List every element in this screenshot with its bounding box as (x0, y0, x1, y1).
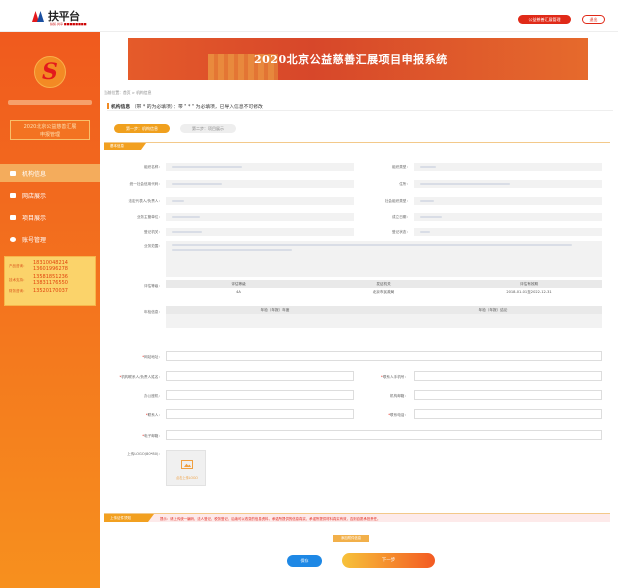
top-bar: 扶平台 扶贫·共享 ■■■■■■■■ 公益慈善汇展管理 退出 (0, 0, 618, 32)
org-email-label: 机构邮箱： (390, 394, 408, 398)
logout-button[interactable]: 退出 (582, 15, 605, 24)
credit-code-value (166, 180, 354, 188)
scope-textarea (166, 241, 602, 277)
legal-rep-label: 法定代表人/负责人： (128, 199, 162, 203)
contact-phone-label: 联系人手机号： (382, 375, 408, 379)
sidebar-logo: S (34, 56, 66, 88)
evaluation-label: 评估等级： (144, 284, 162, 288)
evaluation-table: 评估等级 发证机关 评估有效期 4A 北京市民政局 2018-01-01至202… (166, 280, 602, 300)
project-icon (10, 214, 16, 220)
mountain-icon (32, 10, 46, 22)
address-label: 住所： (399, 182, 410, 186)
phone-input[interactable] (414, 409, 602, 419)
sidebar-item-project[interactable]: 项目展示 (0, 208, 100, 226)
breadcrumb: 当前位置：首页 > 机构信息 (104, 90, 152, 95)
address-value (414, 180, 602, 188)
page-title: 机构信息 (111, 105, 131, 110)
website-label: 网站地址： (144, 355, 162, 359)
credit-code-label: 统一社会信用代码： (129, 182, 162, 186)
next-step-button[interactable]: 下一步 (342, 553, 435, 568)
org-form-value (414, 197, 602, 205)
sidebar-org-name (8, 100, 92, 105)
banner-title: 2020北京公益慈善汇展项目申报系统 (254, 53, 448, 66)
phone-label: 联系电话： (390, 413, 408, 417)
upload-notice: 上传证件须知 提示：请上传统一编码、法人登记、税务登记、后续可以改变的信息资料，… (104, 513, 610, 522)
store-icon (10, 192, 16, 198)
logo-label: 上传LOGO(80*80)： (127, 452, 162, 456)
users-icon (10, 170, 16, 176)
org-type-label: 组织类型： (392, 165, 410, 169)
org-form-label: 社会组织类型： (384, 199, 410, 203)
sidebar-item-account[interactable]: 账号管理 (0, 230, 100, 248)
contact-person-input[interactable] (166, 371, 354, 381)
sidebar-title: 2020北京公益慈善汇展 申报管理 (10, 120, 90, 140)
email-input[interactable] (166, 430, 602, 440)
step-2-tab[interactable]: 第二步：项目展示 (180, 124, 236, 133)
annual-table: 年检（年报）年度 年检（年报）结论 (166, 306, 602, 328)
image-icon (181, 460, 193, 469)
sidebar: S 2020北京公益慈善汇展 申报管理 机构信息 网店展示 项目展示 账号管理 … (0, 32, 100, 588)
panel-header: 机构信息 （带 * 的为必填项）：带 " * " 为必填项，已导入信息不可修改 (107, 101, 613, 111)
sidebar-item-store[interactable]: 网店展示 (0, 186, 100, 204)
legal-rep-value (166, 197, 354, 205)
email-label: 电子邮箱： (144, 434, 162, 438)
scope-label: 业务范围： (144, 244, 162, 248)
found-date-value (414, 213, 602, 221)
org-email-input[interactable] (414, 390, 602, 400)
save-button[interactable]: 保存 (287, 555, 322, 567)
contact-person-label: 机构联系人/负责人姓名： (121, 375, 162, 379)
step-1-tab[interactable]: 第一步：机构信息 (114, 124, 170, 133)
org-name-value (166, 163, 354, 171)
contact-input[interactable] (166, 409, 354, 419)
brand-logo[interactable]: 扶平台 扶贫·共享 ■■■■■■■■ (32, 8, 87, 26)
sidebar-item-org-info[interactable]: 机构信息 (0, 164, 100, 182)
status-label: 登记状态： (392, 230, 410, 234)
system-button[interactable]: 公益慈善汇展管理 (518, 15, 571, 24)
authority-value (166, 213, 354, 221)
reg-authority-value (166, 228, 354, 236)
org-type-value (414, 163, 602, 171)
website-input[interactable] (166, 351, 602, 361)
add-attachment-button[interactable]: 添加附件信息 (333, 535, 369, 542)
org-name-label: 组织名称： (144, 165, 162, 169)
reg-authority-label: 登记机关： (144, 230, 162, 234)
contact-label: 联系人： (147, 413, 162, 417)
gear-icon (10, 236, 16, 242)
system-banner: 2020北京公益慈善汇展项目申报系统 (128, 38, 588, 80)
office-phone-label: 办公座机： (144, 394, 162, 398)
annual-label: 年检信息： (144, 310, 162, 314)
authority-label: 业务主管单位： (136, 215, 162, 219)
section-basic-info: 基本信息 (104, 142, 610, 150)
logo-upload[interactable]: 点击上传LOGO (166, 450, 206, 486)
status-value (414, 228, 602, 236)
contact-box: 产品咨询： 18310048214 13601996278 技术支持： 1358185… (4, 256, 96, 306)
contact-phone-input[interactable] (414, 371, 602, 381)
panel-hint: （带 * 的为必填项）：带 " * " 为必填项，已导入信息不可修改 (131, 105, 263, 110)
office-phone-input[interactable] (166, 390, 354, 400)
found-date-label: 成立日期： (392, 215, 410, 219)
brand-sub: 扶贫·共享 ■■■■■■■■ (50, 22, 87, 26)
